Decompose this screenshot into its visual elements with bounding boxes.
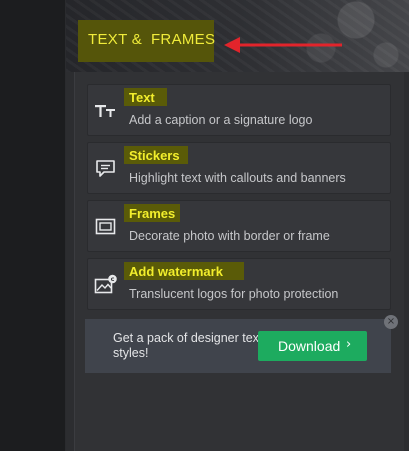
tool-name: Frames <box>129 206 176 221</box>
chevron-right-icon: › <box>346 337 352 352</box>
close-promo-button[interactable]: × <box>384 315 398 329</box>
tool-add-watermark[interactable]: c Add watermark Translucent logos for ph… <box>87 258 391 310</box>
promo-text: Get a pack of designer text styles! <box>113 331 263 360</box>
tool-description: Translucent logos for photo protection <box>129 287 339 301</box>
promo-banner: Get a pack of designer text styles! Down… <box>85 315 398 373</box>
frame-icon <box>95 218 116 235</box>
download-label: Download <box>278 338 341 354</box>
annotation-arrow <box>224 37 342 53</box>
tool-description: Decorate photo with border or frame <box>129 229 330 243</box>
tool-name: Text <box>129 90 155 105</box>
text-frames-panel: TEXT & FRAMES Text Add a caption or a si… <box>66 0 409 451</box>
text-size-icon <box>95 105 115 117</box>
tool-name: Add watermark <box>129 264 223 279</box>
panel-header: TEXT & FRAMES <box>66 0 409 72</box>
tool-text[interactable]: Text Add a caption or a signature logo <box>87 84 391 136</box>
close-icon: × <box>386 316 396 327</box>
svg-text:c: c <box>111 275 115 283</box>
tool-frames[interactable]: Frames Decorate photo with border or fra… <box>87 200 391 252</box>
panel-title: TEXT & FRAMES <box>88 31 216 48</box>
tools-list: Text Add a caption or a signature logo S… <box>74 72 404 451</box>
download-button[interactable]: Download › <box>258 331 367 361</box>
tool-description: Add a caption or a signature logo <box>129 113 313 127</box>
tool-description: Highlight text with callouts and banners <box>129 171 346 185</box>
tool-stickers[interactable]: Stickers Highlight text with callouts an… <box>87 142 391 194</box>
image-copyright-icon: c <box>94 274 117 294</box>
speech-bubble-icon <box>96 160 115 177</box>
tool-name: Stickers <box>129 148 180 163</box>
canvas-area <box>0 0 66 451</box>
